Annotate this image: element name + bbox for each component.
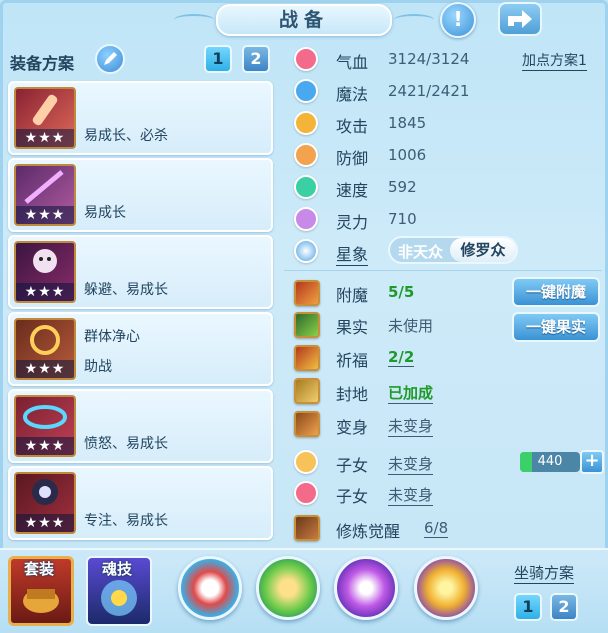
boost-label-fruit: 果实 bbox=[336, 318, 369, 337]
mount-plan-2-button[interactable]: 2 bbox=[550, 593, 578, 621]
stat-label-spirit: 灵力 bbox=[336, 213, 369, 232]
spirit-icon bbox=[294, 207, 318, 231]
boost-label-cultivation: 修炼觉醒 bbox=[336, 522, 401, 541]
enchant-icon bbox=[294, 280, 320, 306]
star-rating: ★★★ bbox=[16, 129, 74, 147]
boost-label-child-2: 子女 bbox=[336, 487, 369, 506]
stat-value-mp: 2421/2421 bbox=[388, 82, 470, 100]
star-rating: ★★★ bbox=[16, 360, 74, 378]
stat-label-hp: 气血 bbox=[336, 53, 369, 72]
boost-value-enchant: 5/5 bbox=[388, 283, 415, 301]
heart-icon bbox=[294, 47, 318, 71]
boost-value-transform[interactable]: 未变身 bbox=[388, 415, 434, 437]
cultivation-icon bbox=[294, 515, 320, 541]
help-button[interactable]: ! bbox=[440, 2, 476, 38]
share-arrow-icon bbox=[508, 10, 532, 28]
stat-label-attack: 攻击 bbox=[336, 117, 369, 136]
boost-value-cultivation[interactable]: 6/8 bbox=[424, 519, 449, 538]
fruit-icon bbox=[294, 312, 320, 338]
constellation-icon bbox=[294, 239, 318, 263]
equip-trait: 群体净心 bbox=[84, 329, 140, 345]
equipment-icon: ★★★ bbox=[14, 241, 76, 303]
boost-label-fief: 封地 bbox=[336, 385, 369, 404]
fief-icon bbox=[294, 378, 320, 404]
soul-skill-label: 魂技 bbox=[102, 560, 133, 578]
equip-trait: 助战 bbox=[84, 359, 112, 375]
mount-plan-title[interactable]: 坐骑方案 bbox=[514, 562, 575, 584]
boost-value-child-1[interactable]: 未变身 bbox=[388, 453, 434, 475]
counter-fill-bar bbox=[520, 452, 532, 472]
stat-value-attack: 1845 bbox=[388, 114, 427, 132]
constellation-option-2[interactable]: 修罗众 bbox=[450, 238, 516, 262]
boost-label-child-1: 子女 bbox=[336, 456, 369, 475]
stat-value-spirit: 710 bbox=[388, 210, 417, 228]
share-button[interactable] bbox=[498, 2, 542, 36]
shield-icon bbox=[294, 143, 318, 167]
boost-label-transform: 变身 bbox=[336, 418, 369, 437]
equip-slot-2[interactable]: ★★★ 易成长 bbox=[8, 158, 273, 232]
child-icon bbox=[294, 450, 318, 474]
transform-icon bbox=[294, 411, 320, 437]
equip-trait: 易成长、必杀 bbox=[84, 128, 168, 144]
equip-trait: 愤怒、易成长 bbox=[84, 436, 168, 452]
edit-plan-button[interactable] bbox=[95, 44, 125, 74]
boost-value-fruit: 未使用 bbox=[388, 317, 434, 335]
star-rating: ★★★ bbox=[16, 437, 74, 455]
stat-label-defense: 防御 bbox=[336, 149, 369, 168]
equip-trait: 专注、易成长 bbox=[84, 513, 168, 529]
blessing-icon bbox=[294, 345, 320, 371]
equipment-icon: ★★★ bbox=[14, 164, 76, 226]
equip-trait: 躲避、易成长 bbox=[84, 282, 168, 298]
star-rating: ★★★ bbox=[16, 206, 74, 224]
window-title: 战备 bbox=[174, 4, 434, 36]
equip-plan-2-button[interactable]: 2 bbox=[242, 45, 270, 73]
skill-slot-3[interactable] bbox=[334, 556, 398, 620]
stat-value-hp: 3124/3124 bbox=[388, 50, 470, 68]
one-click-fruit-button[interactable]: 一键果实 bbox=[512, 312, 600, 342]
equip-slot-1[interactable]: ★★★ 易成长、必杀 bbox=[8, 81, 273, 155]
boost-value-blessing[interactable]: 2/2 bbox=[388, 348, 415, 367]
stat-label-mp: 魔法 bbox=[336, 85, 369, 104]
equip-plan-1-button[interactable]: 1 bbox=[204, 45, 232, 73]
lightning-icon bbox=[294, 175, 318, 199]
suit-label: 套装 bbox=[24, 560, 55, 578]
stat-value-speed: 592 bbox=[388, 178, 417, 196]
section-divider bbox=[284, 270, 602, 271]
boost-label-blessing: 祈福 bbox=[336, 351, 369, 370]
add-button[interactable]: + bbox=[580, 450, 604, 474]
constellation-label[interactable]: 星象 bbox=[336, 241, 369, 266]
equip-slot-5[interactable]: ★★★ 愤怒、易成长 bbox=[8, 389, 273, 463]
stat-label-speed: 速度 bbox=[336, 181, 369, 200]
equip-slot-3[interactable]: ★★★ 躲避、易成长 bbox=[8, 235, 273, 309]
exclamation-icon: ! bbox=[453, 7, 463, 31]
one-click-enchant-button[interactable]: 一键附魔 bbox=[512, 277, 600, 307]
sword-icon bbox=[294, 111, 318, 135]
pen-icon bbox=[104, 52, 117, 65]
skill-slot-4[interactable] bbox=[414, 556, 478, 620]
equip-slot-6[interactable]: ★★★ 专注、易成长 bbox=[8, 466, 273, 540]
equipment-icon: ★★★ bbox=[14, 472, 76, 534]
boost-label-enchant: 附魔 bbox=[336, 286, 369, 305]
equip-plan-title: 装备方案 bbox=[10, 54, 75, 73]
skill-slot-1[interactable] bbox=[178, 556, 242, 620]
child-icon bbox=[294, 481, 318, 505]
skill-slot-2[interactable] bbox=[256, 556, 320, 620]
equipment-icon: ★★★ bbox=[14, 318, 76, 380]
boost-value-fief[interactable]: 已加成 bbox=[388, 382, 434, 404]
plus-icon: + bbox=[584, 450, 600, 471]
equipment-icon: ★★★ bbox=[14, 87, 76, 149]
star-rating: ★★★ bbox=[16, 514, 74, 532]
boost-value-child-2[interactable]: 未变身 bbox=[388, 484, 434, 506]
stat-value-defense: 1006 bbox=[388, 146, 427, 164]
equip-trait: 易成长 bbox=[84, 205, 126, 221]
star-rating: ★★★ bbox=[16, 283, 74, 301]
constellation-toggle[interactable]: 非天众 修罗众 bbox=[388, 236, 518, 264]
mana-drop-icon bbox=[294, 79, 318, 103]
equipment-icon: ★★★ bbox=[14, 395, 76, 457]
mount-plan-1-button[interactable]: 1 bbox=[514, 593, 542, 621]
equip-slot-4[interactable]: ★★★ 群体净心 助战 bbox=[8, 312, 273, 386]
constellation-option-1[interactable]: 非天众 bbox=[398, 241, 443, 262]
attribute-plan-link[interactable]: 加点方案1 bbox=[522, 50, 587, 71]
